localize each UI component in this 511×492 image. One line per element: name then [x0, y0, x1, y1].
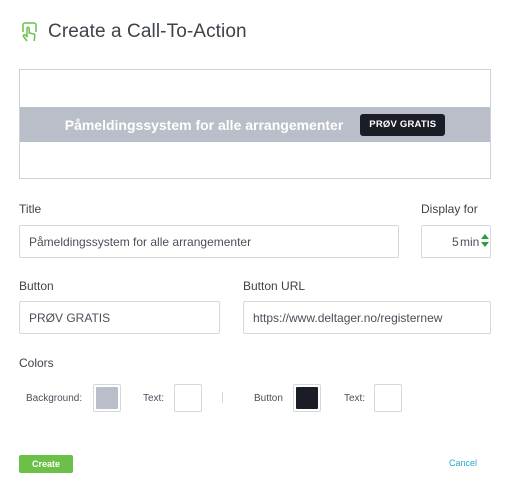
button-text-color-fill: [377, 387, 399, 409]
background-color-label: Background:: [26, 393, 83, 404]
divider: [222, 392, 223, 403]
cancel-button[interactable]: Cancel: [449, 458, 477, 468]
cta-preview-bar: Påmeldingssystem for alle arrangementer …: [20, 107, 490, 142]
hand-pointer-icon: [19, 21, 39, 43]
background-color-fill: [96, 387, 118, 409]
colors-label: Colors: [19, 356, 54, 370]
button-color-label: Button: [254, 393, 283, 404]
create-button[interactable]: Create: [19, 455, 73, 473]
button-color-swatch[interactable]: [293, 384, 321, 412]
increment-icon[interactable]: [481, 234, 489, 239]
display-duration-stepper[interactable]: 5 min: [421, 225, 491, 258]
display-for-label: Display for: [421, 202, 478, 216]
decrement-icon[interactable]: [481, 242, 489, 247]
text-color-label: Text:: [143, 393, 165, 404]
page-title: Create a Call-To-Action: [48, 21, 247, 42]
button-label: Button: [19, 279, 54, 293]
cta-preview-text: Påmeldingssystem for alle arrangementer: [64, 116, 344, 133]
title-input-value: Påmeldingssystem for alle arrangementer: [29, 234, 252, 249]
button-text-color-swatch[interactable]: [374, 384, 402, 412]
display-duration-unit: min: [460, 235, 480, 249]
cta-preview: Påmeldingssystem for alle arrangementer …: [19, 69, 491, 179]
background-color-swatch[interactable]: [93, 384, 121, 412]
text-color-swatch[interactable]: [174, 384, 202, 412]
cta-preview-button: PRØV GRATIS: [360, 113, 446, 136]
text-color-fill: [177, 387, 199, 409]
button-url-value: https://www.deltager.no/registernew: [253, 310, 443, 325]
display-duration-value: 5: [452, 235, 459, 249]
button-text-value: PRØV GRATIS: [29, 310, 111, 325]
button-color-fill: [296, 387, 318, 409]
title-label: Title: [19, 202, 42, 216]
button-url-input[interactable]: https://www.deltager.no/registernew: [243, 301, 491, 334]
button-text-color-label: Text:: [344, 393, 366, 404]
button-text-input[interactable]: PRØV GRATIS: [19, 301, 220, 334]
page-header: Create a Call-To-Action: [19, 20, 247, 44]
title-input[interactable]: Påmeldingssystem for alle arrangementer: [19, 225, 399, 258]
button-url-label: Button URL: [243, 279, 306, 293]
stepper-arrows[interactable]: [481, 234, 489, 250]
